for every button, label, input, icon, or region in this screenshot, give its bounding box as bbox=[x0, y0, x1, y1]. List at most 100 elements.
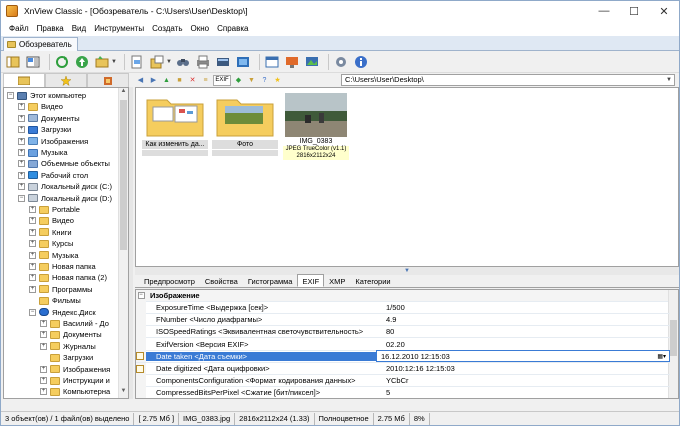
expand-toggle-icon[interactable]: + bbox=[40, 342, 47, 350]
expand-toggle-icon[interactable]: + bbox=[29, 206, 36, 213]
expand-toggle-icon[interactable]: + bbox=[40, 331, 47, 339]
expand-toggle-icon[interactable]: + bbox=[18, 114, 25, 122]
address-input[interactable]: C:\Users\User\Desktop\ bbox=[345, 75, 424, 85]
expand-toggle-icon[interactable]: + bbox=[29, 263, 36, 270]
expand-toggle-icon[interactable]: + bbox=[18, 171, 25, 179]
favorite-folder-icon[interactable] bbox=[94, 54, 110, 70]
left-splitter[interactable] bbox=[129, 87, 133, 399]
tree-scrollbar[interactable]: ▲ ▼ bbox=[118, 88, 128, 398]
back-icon[interactable]: ◀ bbox=[135, 75, 146, 86]
tree-node[interactable]: Фильмы bbox=[29, 295, 81, 306]
menu-edit[interactable]: Правка bbox=[33, 21, 68, 36]
folders-panel-icon[interactable] bbox=[5, 54, 21, 70]
tree-node[interactable]: + Инструкции и bbox=[40, 375, 110, 386]
tree-node[interactable]: + Василий - До bbox=[40, 318, 109, 329]
tree-node[interactable]: − Этот компьютер bbox=[7, 90, 86, 101]
wallpaper-icon[interactable] bbox=[304, 54, 320, 70]
favorites-star-icon[interactable]: ★ bbox=[272, 75, 283, 86]
expand-toggle-icon[interactable]: + bbox=[29, 251, 36, 259]
minimize-button[interactable]: — bbox=[589, 1, 619, 21]
expand-toggle-icon[interactable]: + bbox=[29, 228, 36, 236]
tree-node[interactable]: + Объемные объекты bbox=[18, 158, 110, 169]
tree-node[interactable]: + Загрузки bbox=[18, 124, 71, 135]
expand-toggle-icon[interactable]: + bbox=[18, 137, 25, 145]
expand-toggle-icon[interactable]: + bbox=[29, 240, 36, 248]
exif-row[interactable]: FNumber <Число диафрагмы> 4.9 bbox=[136, 313, 670, 327]
tab-properties[interactable]: Свойства bbox=[200, 274, 243, 287]
exif-row[interactable]: ExposureTime <Выдержка [сек]> 1/500 bbox=[136, 301, 670, 314]
tree-node[interactable]: + Рабочий стол bbox=[18, 170, 88, 181]
menu-help[interactable]: Справка bbox=[213, 21, 252, 36]
filter-icon[interactable]: ▼ bbox=[246, 75, 257, 86]
thumbnail-item-selected[interactable]: IMG_0383 JPEG TrueColor (v1.1) 2816x2112… bbox=[283, 92, 349, 172]
scroll-thumb[interactable] bbox=[670, 320, 677, 356]
screenshot-icon[interactable] bbox=[284, 54, 300, 70]
tree-node[interactable]: + Музыка bbox=[18, 147, 68, 158]
exif-row[interactable]: CompressedBitsPerPixel <Сжатие [бит/пикс… bbox=[136, 386, 670, 398]
menu-tools[interactable]: Инструменты bbox=[90, 21, 148, 36]
tree-node[interactable]: + Видео bbox=[18, 101, 63, 112]
tab-folders[interactable] bbox=[3, 73, 45, 87]
exif-value-editor[interactable]: 16.12.2010 12:15:03 ▦▾ bbox=[376, 350, 670, 363]
exif-table[interactable]: − Изображение ExposureTime <Выдержка [се… bbox=[135, 289, 679, 399]
tree-node[interactable]: Загрузки bbox=[40, 352, 93, 363]
open-icon[interactable] bbox=[129, 54, 145, 70]
close-button[interactable]: ✕ bbox=[649, 1, 679, 21]
tree-node[interactable]: + Журналы bbox=[40, 341, 96, 352]
exif-row-selected[interactable]: Date taken <Дата съемки> 16.12.2010 12:15… bbox=[136, 350, 670, 363]
scroll-down-icon[interactable]: ▼ bbox=[119, 388, 128, 398]
sort-icon[interactable]: ≡ bbox=[200, 75, 211, 86]
edit-icon[interactable] bbox=[136, 364, 144, 373]
tab-favorites[interactable] bbox=[45, 73, 87, 87]
menu-create[interactable]: Создать bbox=[148, 21, 186, 36]
tree-node[interactable]: + Новая папка (2) bbox=[29, 272, 107, 283]
folder-tree[interactable]: ▲ ▼ − Этот компьютер + Видео + Документы + Загр… bbox=[3, 87, 129, 399]
expand-toggle-icon[interactable]: + bbox=[29, 274, 36, 282]
expand-toggle-icon[interactable]: + bbox=[18, 183, 25, 191]
forward-icon[interactable]: ▶ bbox=[148, 75, 159, 86]
tree-node[interactable]: + Видео bbox=[29, 215, 74, 226]
tab-browser[interactable]: Обозреватель bbox=[3, 37, 78, 51]
expand-toggle-icon[interactable]: − bbox=[7, 92, 14, 99]
tab-exif[interactable]: EXIF bbox=[297, 274, 325, 287]
expand-toggle-icon[interactable]: + bbox=[29, 217, 36, 225]
chevron-down-icon[interactable]: ▼ bbox=[664, 75, 674, 85]
help-icon[interactable]: ? bbox=[259, 75, 270, 86]
chevron-down-icon[interactable]: ▼ bbox=[111, 59, 117, 65]
expand-toggle-icon[interactable]: + bbox=[29, 285, 36, 293]
address-bar[interactable]: C:\Users\User\Desktop\ ▼ bbox=[341, 74, 675, 86]
scroll-thumb[interactable] bbox=[120, 100, 127, 250]
copy-icon[interactable] bbox=[149, 54, 165, 70]
tree-node[interactable]: + Музыка bbox=[29, 250, 79, 261]
scan-icon[interactable] bbox=[215, 54, 231, 70]
tree-node[interactable]: + Курсы bbox=[29, 238, 73, 249]
exif-row[interactable]: ISOSpeedRatings <Эквивалентная светочувс… bbox=[136, 325, 670, 339]
tree-node[interactable]: + Документы bbox=[40, 329, 102, 340]
tab-preview[interactable]: Предпросмотр bbox=[139, 274, 200, 287]
menu-window[interactable]: Окно bbox=[186, 21, 213, 36]
gear-icon[interactable] bbox=[333, 54, 349, 70]
edit-icon[interactable] bbox=[136, 352, 144, 361]
tab-histogram[interactable]: Гистограмма bbox=[243, 274, 298, 287]
tree-node[interactable]: − Яндекс.Диск bbox=[29, 307, 96, 318]
expand-toggle-icon[interactable]: − bbox=[29, 308, 36, 316]
expand-toggle-icon[interactable]: + bbox=[18, 149, 25, 156]
layout-icon[interactable] bbox=[25, 54, 41, 70]
expand-toggle-icon[interactable]: + bbox=[40, 388, 47, 396]
exif-row[interactable]: ExifVersion <Версия EXIF> 02.20 bbox=[136, 338, 670, 351]
expand-toggle-icon[interactable]: + bbox=[18, 103, 25, 111]
tree-node[interactable]: + Программы bbox=[29, 284, 93, 295]
exif-group-row[interactable]: − Изображение bbox=[136, 290, 670, 302]
expand-toggle-icon[interactable]: + bbox=[40, 365, 47, 373]
thumbnail-item[interactable]: Фото bbox=[212, 92, 278, 170]
tab-categories[interactable] bbox=[87, 73, 129, 87]
calendar-dropdown-icon[interactable]: ▦▾ bbox=[657, 353, 669, 360]
tree-node[interactable]: + Компьютерна bbox=[40, 386, 110, 397]
up-folder-icon[interactable]: ▲ bbox=[161, 75, 172, 86]
tree-node[interactable]: + Локальный диск (C:) bbox=[18, 181, 112, 192]
expand-toggle-icon[interactable]: − bbox=[18, 194, 25, 202]
expand-toggle-icon[interactable]: + bbox=[40, 320, 47, 327]
exif-row[interactable]: ComponentsConfiguration <Формат кодирова… bbox=[136, 374, 670, 388]
scroll-up-icon[interactable]: ▲ bbox=[119, 88, 128, 98]
expand-toggle-icon[interactable]: + bbox=[18, 160, 25, 168]
